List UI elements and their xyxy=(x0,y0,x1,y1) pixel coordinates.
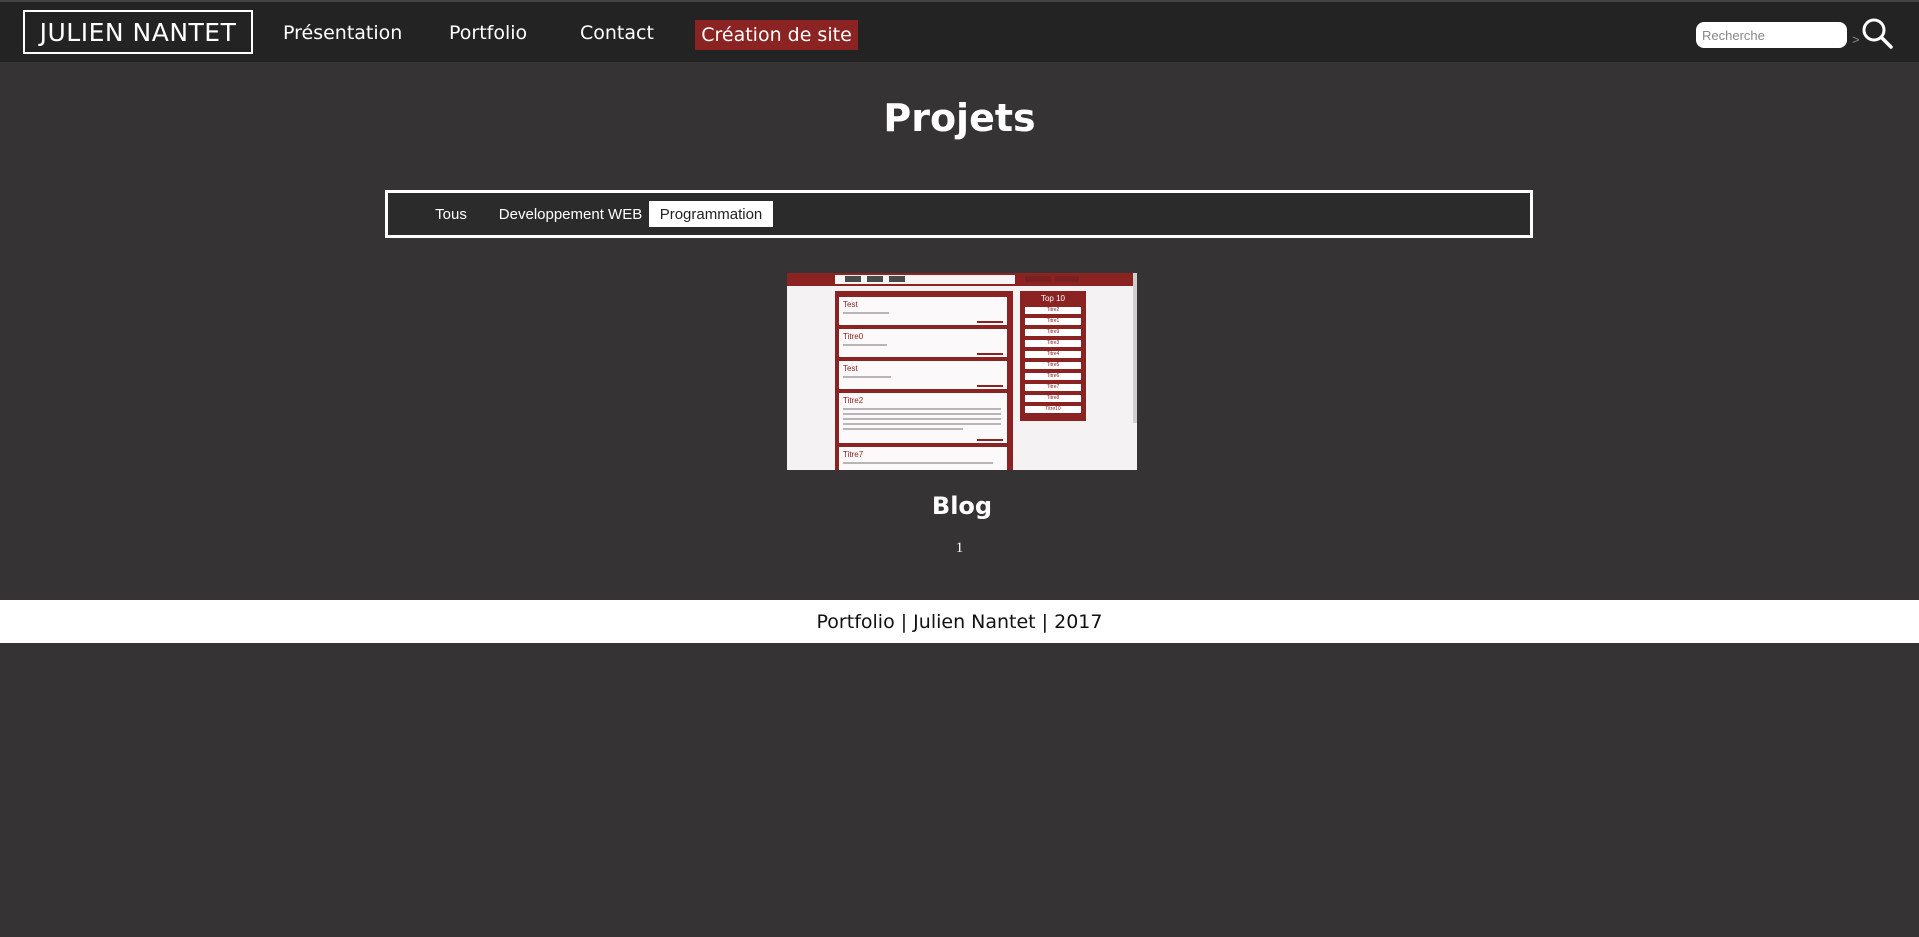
pagination-page-1[interactable]: 1 xyxy=(0,540,1919,557)
thumbnail-nav-button xyxy=(845,276,861,282)
thumbnail-sidebar-item: Titre1 xyxy=(1025,318,1081,325)
thumbnail-nav-button xyxy=(1055,276,1079,282)
thumbnail-sidebar-item: Titre5 xyxy=(1025,362,1081,369)
thumbnail-top10-sidebar: Top 10 Titre2 Titre1 Titre9 Titre3 Titre… xyxy=(1020,291,1086,421)
thumbnail-post-text xyxy=(843,413,1001,415)
thumbnail-post: Titre7 xyxy=(839,447,1007,470)
thumbnail-post-text xyxy=(843,408,1001,410)
nav-link-portfolio[interactable]: Portfolio xyxy=(449,20,527,50)
thumbnail-sidebar-item: Titre3 xyxy=(1025,340,1081,347)
thumbnail-sidebar-item: Titre9 xyxy=(1025,329,1081,336)
thumbnail-topbar xyxy=(787,273,1137,286)
search-button[interactable] xyxy=(1860,16,1894,50)
footer-text: Portfolio | Julien Nantet | 2017 xyxy=(816,610,1103,633)
thumbnail-post: Test xyxy=(839,297,1007,325)
nav-link-presentation[interactable]: Présentation xyxy=(283,20,402,50)
thumbnail-post: Test xyxy=(839,361,1007,389)
thumbnail-sidebar-item: Titre2 xyxy=(1025,307,1081,314)
project-thumbnail-blog[interactable]: Test Titre0 Test Titre2 Titre7 Top 10 Ti… xyxy=(787,273,1137,470)
thumbnail-sidebar-item: Titre6 xyxy=(1025,373,1081,380)
site-logo[interactable]: JULIEN NANTET xyxy=(23,10,253,54)
thumbnail-post-title: Titre0 xyxy=(843,332,864,341)
filter-tab-programmation[interactable]: Programmation xyxy=(649,201,773,227)
thumbnail-sidebar-item: Titre8 xyxy=(1025,395,1081,402)
thumbnail-post-text xyxy=(843,428,963,430)
thumbnail-nav-right xyxy=(1023,275,1083,284)
thumbnail-post-comments xyxy=(977,353,1003,355)
thumbnail-post-text xyxy=(843,344,887,346)
thumbnail-post-comments xyxy=(977,321,1003,323)
search-icon xyxy=(1862,18,1893,49)
thumbnail-post: Titre0 xyxy=(839,329,1007,357)
thumbnail-post-list: Test Titre0 Test Titre2 Titre7 xyxy=(835,291,1013,470)
top-navbar: JULIEN NANTET Présentation Portfolio Con… xyxy=(0,0,1919,62)
thumbnail-sidebar-title: Top 10 xyxy=(1040,294,1066,303)
project-title[interactable]: Blog xyxy=(787,492,1137,520)
thumbnail-nav-button xyxy=(1025,276,1051,282)
thumbnail-sidebar-item: Titre10 xyxy=(1025,406,1081,413)
thumbnail-post-title: Test xyxy=(843,364,858,373)
thumbnail-post: Titre2 xyxy=(839,393,1007,443)
search-arrow: > xyxy=(1852,32,1860,47)
thumbnail-post-comments xyxy=(977,439,1003,441)
thumbnail-post-text xyxy=(843,462,993,464)
filter-tab-developpement-web[interactable]: Developpement WEB xyxy=(488,201,653,227)
filter-tab-tous[interactable]: Tous xyxy=(420,201,482,227)
thumbnail-post-title: Test xyxy=(843,300,858,309)
thumbnail-scrollbar xyxy=(1133,273,1137,423)
thumbnail-nav-button xyxy=(889,276,905,282)
thumbnail-nav xyxy=(835,275,1015,284)
nav-link-creation-de-site[interactable]: Création de site xyxy=(695,20,858,50)
thumbnail-sidebar-item: Titre7 xyxy=(1025,384,1081,391)
thumbnail-post-text xyxy=(843,376,891,378)
footer: Portfolio | Julien Nantet | 2017 xyxy=(0,600,1919,643)
thumbnail-post-title: Titre2 xyxy=(843,396,864,405)
thumbnail-sidebar-item: Titre4 xyxy=(1025,351,1081,358)
thumbnail-nav-button xyxy=(867,276,883,282)
thumbnail-post-text xyxy=(843,312,889,314)
thumbnail-post-title: Titre7 xyxy=(843,450,864,459)
thumbnail-post-comments xyxy=(977,385,1003,387)
filter-bar: Tous Developpement WEB Programmation xyxy=(385,190,1533,238)
thumbnail-post-text xyxy=(843,418,1001,420)
thumbnail-post-text xyxy=(843,423,1001,425)
page-title: Projets xyxy=(883,96,1036,140)
nav-link-contact[interactable]: Contact xyxy=(580,20,654,50)
search-input[interactable] xyxy=(1696,22,1847,48)
